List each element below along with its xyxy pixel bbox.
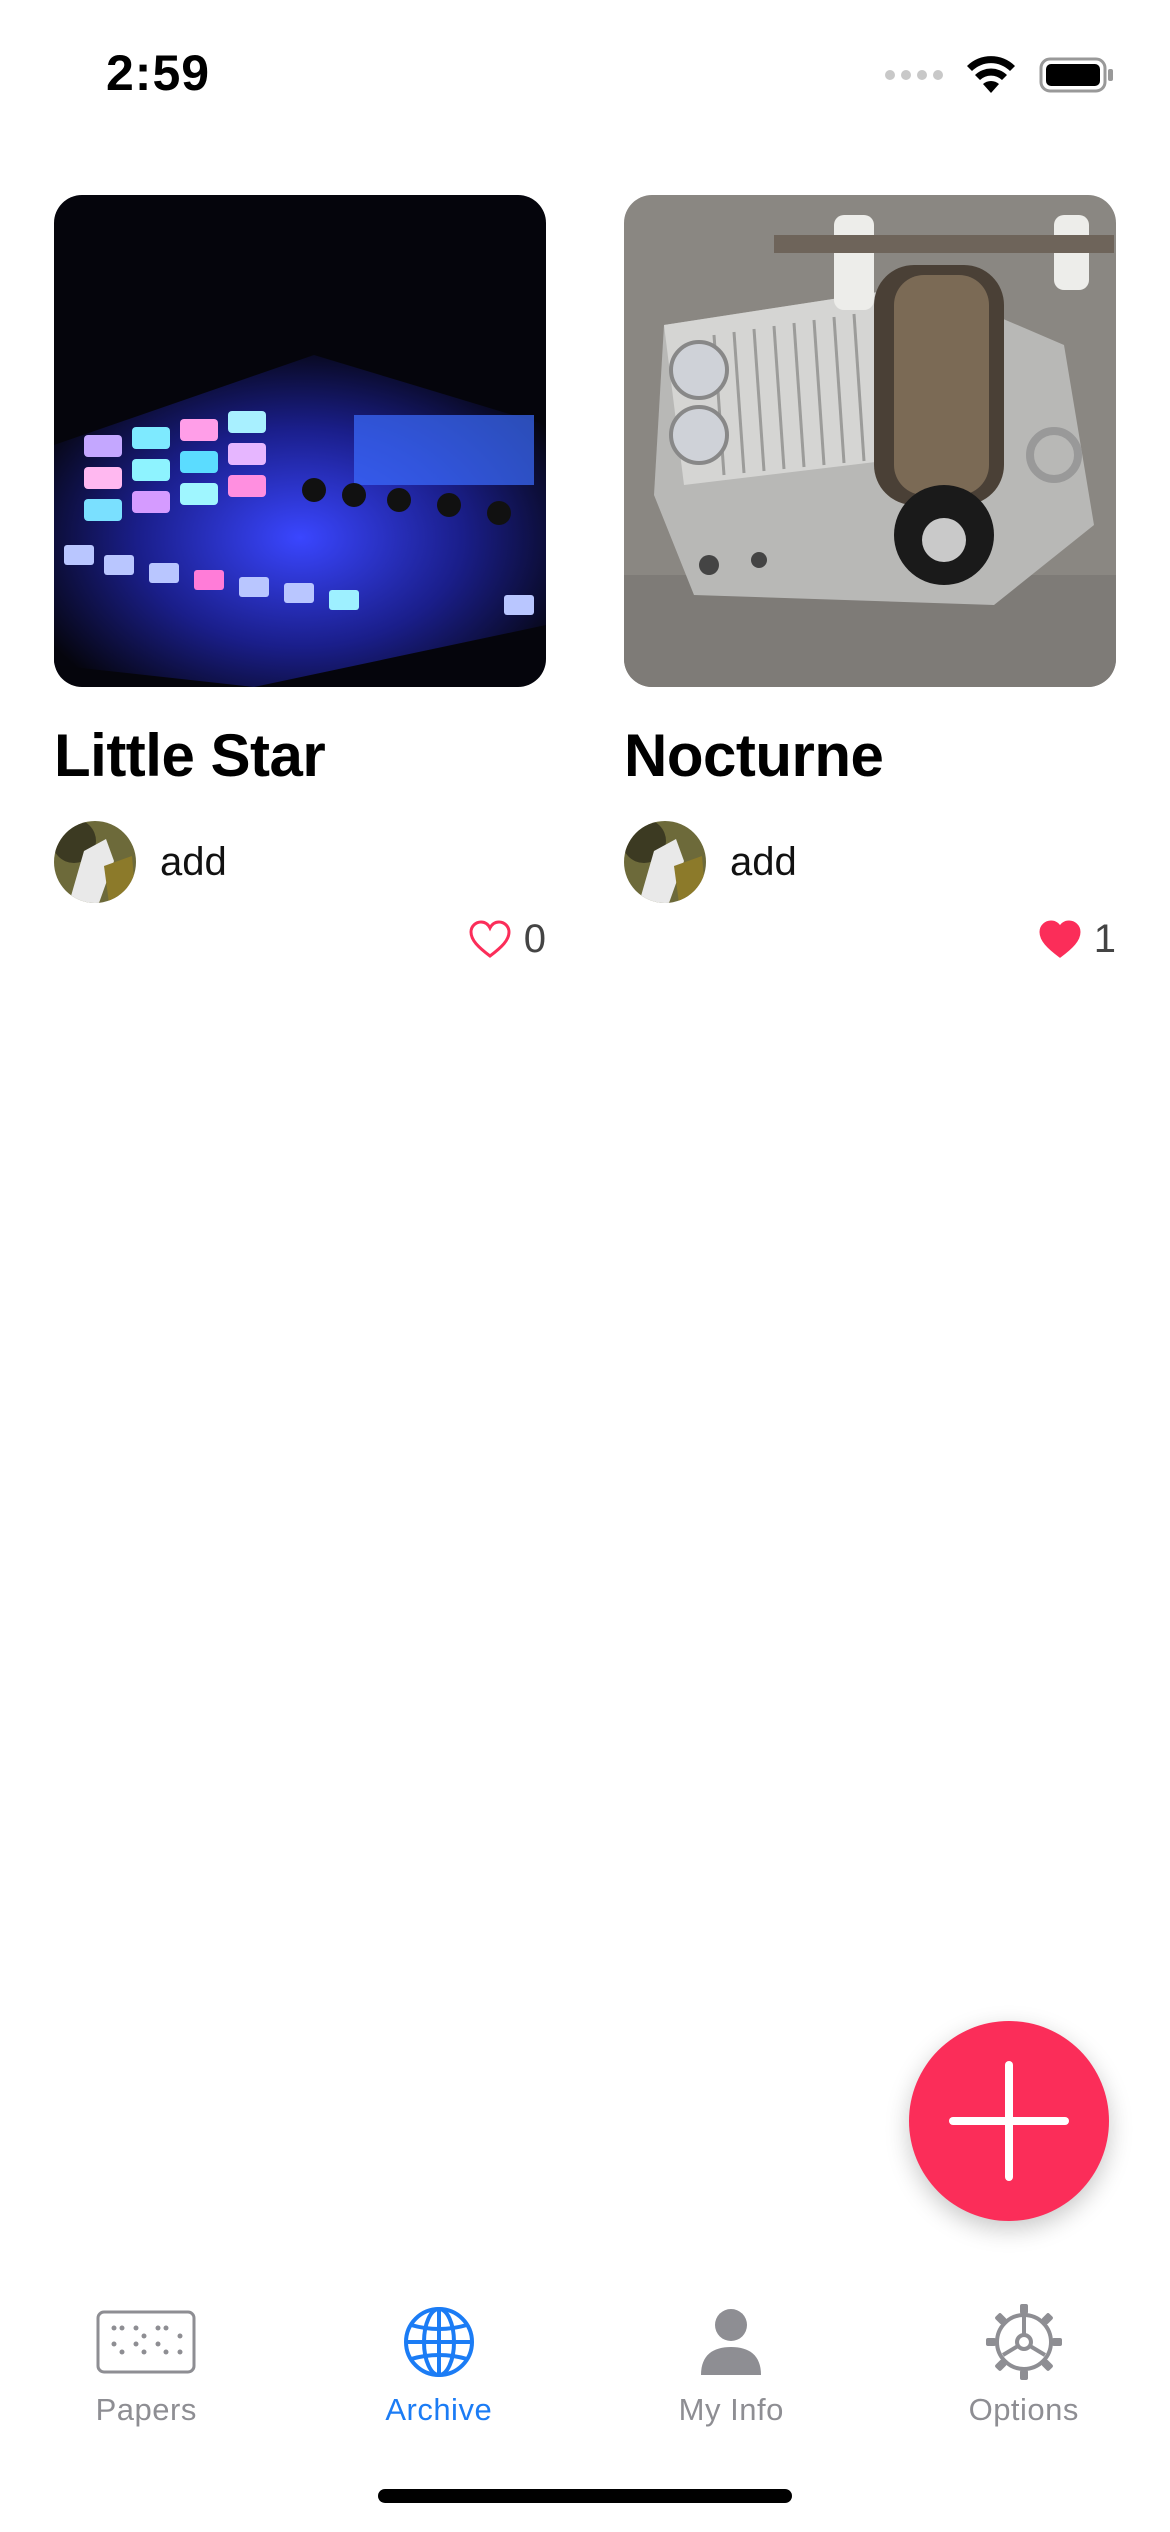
heart-outline-icon[interactable]: [468, 919, 512, 959]
like-count: 1: [1093, 916, 1116, 961]
track-title[interactable]: Nocturne: [624, 721, 1116, 791]
user-avatar[interactable]: [624, 821, 706, 903]
tab-papers[interactable]: Papers: [0, 2270, 293, 2450]
globe-icon: [389, 2304, 489, 2380]
author-row[interactable]: add: [624, 821, 1116, 903]
author-name[interactable]: add: [160, 840, 227, 885]
tab-label: Papers: [95, 2392, 197, 2427]
tab-my-info[interactable]: My Info: [585, 2270, 878, 2450]
like-count: 0: [523, 916, 546, 961]
tab-bar: Papers Archive My Info Options: [0, 2270, 1170, 2450]
tab-label: Archive: [385, 2392, 493, 2427]
status-bar: 2:59: [0, 0, 1170, 150]
likes-row: 1: [624, 909, 1116, 969]
tab-archive[interactable]: Archive: [293, 2270, 586, 2450]
status-icons: [885, 52, 1115, 98]
user-avatar[interactable]: [54, 821, 136, 903]
heart-filled-icon[interactable]: [1038, 919, 1082, 959]
cellular-signal-icon: [885, 70, 943, 80]
tab-options[interactable]: Options: [878, 2270, 1170, 2450]
tab-label: Options: [968, 2392, 1079, 2427]
likes-row: 0: [54, 909, 546, 969]
author-row[interactable]: add: [54, 821, 546, 903]
track-card[interactable]: Little Star add 0: [54, 195, 546, 969]
status-time: 2:59: [106, 45, 211, 101]
home-indicator[interactable]: [378, 2489, 792, 2503]
person-icon: [681, 2304, 781, 2380]
add-button[interactable]: [909, 2021, 1109, 2221]
track-card[interactable]: Nocturne add 1: [624, 195, 1116, 969]
battery-icon: [1039, 57, 1113, 93]
wifi-icon: [967, 56, 1015, 93]
music-box-photo[interactable]: [624, 195, 1116, 687]
braille-paper-icon: [96, 2304, 196, 2380]
drum-machine-photo[interactable]: [54, 195, 546, 687]
gear-icon: [974, 2304, 1074, 2380]
author-name[interactable]: add: [730, 840, 797, 885]
plus-icon: [949, 2061, 1069, 2181]
tab-label: My Info: [678, 2392, 784, 2427]
track-title[interactable]: Little Star: [54, 721, 546, 791]
